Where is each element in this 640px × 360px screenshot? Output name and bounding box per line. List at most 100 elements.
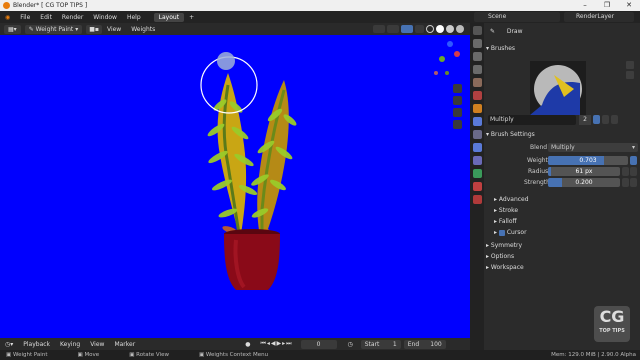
scene-tab-icon[interactable] (472, 78, 482, 87)
mask-toggle-icon[interactable]: ■▪ (86, 24, 102, 34)
editor-type-icon[interactable]: ▦▾ (4, 24, 21, 34)
data-tab-icon[interactable] (472, 169, 482, 178)
brushes-label: Brushes (490, 45, 516, 52)
close-icon[interactable]: ✕ (618, 0, 640, 11)
particles-tab-icon[interactable] (472, 130, 482, 139)
brushes-header[interactable]: ▾ Brushes (486, 44, 636, 54)
menu-marker[interactable]: Marker (109, 341, 140, 348)
mode-dropdown[interactable]: ✎ Weight Paint ▾ (24, 24, 83, 34)
menu-view[interactable]: View (102, 26, 126, 33)
tool-tab-icon[interactable] (472, 26, 482, 35)
strength-pressure-icon[interactable] (630, 178, 637, 187)
options-panel[interactable]: ▸ Options (486, 252, 636, 262)
weight-pressure-icon[interactable] (630, 156, 637, 165)
physics-tab-icon[interactable] (472, 143, 482, 152)
strength-slider[interactable]: 0.200 (548, 178, 620, 187)
view-layer-tab-icon[interactable] (472, 65, 482, 74)
symmetry-panel[interactable]: ▸ Symmetry (486, 241, 636, 251)
world-tab-icon[interactable] (472, 91, 482, 100)
blend-label: Blend (530, 144, 548, 151)
start-frame-field[interactable]: Start 1 (360, 339, 401, 349)
blend-dropdown[interactable]: Multiply ▾ (548, 143, 638, 152)
minimize-icon[interactable]: – (574, 0, 596, 11)
brush-thumbnail (530, 65, 582, 115)
menu-weights[interactable]: Weights (126, 26, 160, 33)
strength-unified-icon[interactable] (622, 178, 629, 187)
shading-rendered-icon[interactable] (456, 25, 464, 33)
modifier-tab-icon[interactable] (472, 117, 482, 126)
add-workspace-button[interactable]: + (184, 14, 199, 21)
menu-help[interactable]: Help (122, 14, 146, 21)
material-tab-icon[interactable] (472, 182, 482, 191)
brush-menu-icon[interactable] (626, 71, 634, 79)
navigation-gizmo[interactable] (434, 41, 460, 75)
record-icon[interactable]: ● (240, 341, 255, 348)
fake-user-icon[interactable] (593, 115, 600, 124)
brush-preview[interactable] (530, 61, 586, 115)
cursor-subpanel[interactable]: ▸ Cursor (494, 228, 640, 238)
chevron-down-icon: ▾ (631, 144, 635, 151)
advanced-subpanel[interactable]: ▸ Advanced (494, 195, 640, 205)
menu-window[interactable]: Window (88, 14, 122, 21)
overlay-toggle-icon[interactable] (401, 25, 413, 33)
radius-pressure-icon[interactable] (630, 167, 637, 176)
brush-users-count[interactable]: 2 (579, 115, 591, 125)
menu-file[interactable]: File (15, 14, 35, 21)
workspace-tab-layout[interactable]: Layout (153, 12, 185, 22)
end-label: End (407, 340, 420, 348)
duplicate-brush-icon[interactable] (602, 115, 609, 124)
menu-playback[interactable]: Playback (18, 341, 55, 348)
unlink-brush-icon[interactable] (611, 115, 618, 124)
output-tab-icon[interactable] (472, 52, 482, 61)
cursor-checkbox[interactable] (498, 229, 505, 236)
cg-top-tips-watermark: CG TOP TIPS (594, 306, 630, 342)
preview-range-icon[interactable]: ◷ (343, 341, 358, 348)
maximize-icon[interactable]: ❐ (596, 0, 618, 11)
timeline-editor-icon[interactable]: ◷▾ (0, 341, 18, 348)
xray-toggle-icon[interactable] (415, 25, 424, 33)
scene-selector[interactable]: Scene (474, 12, 560, 22)
camera-view-icon[interactable] (453, 108, 462, 117)
perspective-toggle-icon[interactable] (453, 120, 462, 129)
shading-solid-icon[interactable] (436, 25, 444, 33)
playback-controls[interactable]: ⏮◂◀▶▸⏭ (255, 340, 297, 348)
object-tab-icon[interactable] (472, 104, 482, 113)
zoom-icon[interactable] (453, 84, 462, 93)
blender-menu-icon[interactable]: ◉ (0, 14, 15, 21)
stroke-subpanel[interactable]: ▸ Stroke (494, 206, 640, 216)
end-frame-field[interactable]: End 100 (403, 339, 446, 349)
shading-wireframe-icon[interactable] (426, 25, 434, 33)
texture-tab-icon[interactable] (472, 195, 482, 204)
stroke-label: Stroke (498, 207, 519, 214)
radius-slider[interactable]: 61 px (548, 167, 620, 176)
menu-keying[interactable]: Keying (55, 341, 85, 348)
end-value: 100 (430, 340, 442, 348)
symmetry-label: Symmetry (490, 242, 523, 249)
pan-icon[interactable] (453, 96, 462, 105)
falloff-subpanel[interactable]: ▸ Falloff (494, 217, 640, 227)
properties-panel: ✎ Draw ▾ Brushes Multiply 2 ▾ Brush Sett… (484, 23, 640, 350)
view-layer-name: RenderLayer (576, 13, 615, 20)
view-object-types-icon[interactable] (373, 25, 385, 33)
menu-view-timeline[interactable]: View (85, 341, 109, 348)
mode-label: Weight Paint (35, 25, 74, 33)
brush-settings-header[interactable]: ▾ Brush Settings (486, 130, 636, 140)
current-frame-field[interactable]: 0 (300, 339, 337, 349)
view-layer-selector[interactable]: RenderLayer (564, 12, 634, 22)
cursor-label: Cursor (506, 229, 527, 236)
workspace-panel[interactable]: ▸ Workspace (486, 263, 636, 273)
radius-unit-icon[interactable] (622, 167, 629, 176)
menu-edit[interactable]: Edit (35, 14, 57, 21)
menu-render[interactable]: Render (57, 14, 88, 21)
gizmo-toggle-icon[interactable] (387, 25, 399, 33)
shading-material-icon[interactable] (446, 25, 454, 33)
workspace-label: Workspace (490, 264, 524, 271)
constraints-tab-icon[interactable] (472, 156, 482, 165)
brush-name-field[interactable]: Multiply (488, 115, 576, 125)
strength-value: 0.200 (575, 179, 593, 186)
3d-viewport[interactable] (0, 35, 470, 338)
brush-add-icon[interactable] (626, 61, 634, 69)
render-tab-icon[interactable] (472, 39, 482, 48)
window-title: Blender* [ CG TOP TIPS ] (13, 2, 88, 9)
weight-slider[interactable]: 0.703 (548, 156, 628, 165)
